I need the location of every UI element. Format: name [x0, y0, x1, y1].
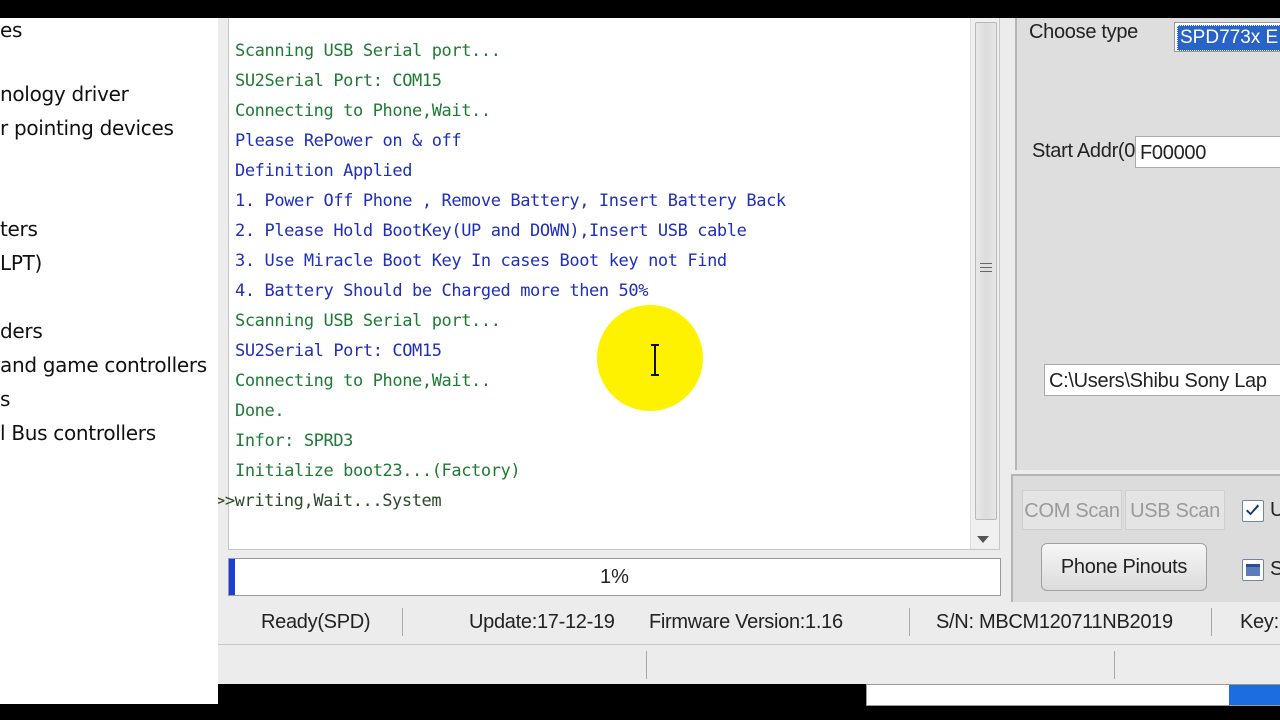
log-line: Please RePower on & off [235, 131, 462, 151]
grip-icon [980, 263, 992, 275]
log-line: Done. [235, 401, 285, 421]
log-line: Connecting to Phone,Wait.. [235, 101, 491, 121]
choose-type-label: Choose type [1029, 21, 1138, 43]
log-line: Definition Applied [235, 161, 413, 181]
status-key: Key: [1240, 611, 1279, 633]
device-manager-panel: es nology driver r pointing devices ters… [0, 18, 218, 704]
status-firmware: Firmware Version:1.16 [649, 611, 843, 633]
status-ready: Ready(SPD) [261, 611, 371, 633]
log-line: Scanning USB Serial port... [235, 311, 501, 331]
log-line: SU2Serial Port: COM15 [235, 71, 442, 91]
choose-type-select[interactable]: SPD773x E [1174, 22, 1280, 52]
option-checkbox[interactable] [1242, 500, 1264, 522]
log-line: >>writing,Wait...System [218, 491, 442, 511]
log-line: 3. Use Miracle Boot Key In cases Boot ke… [235, 251, 727, 271]
status-separator [1211, 608, 1212, 636]
text-cursor-icon [651, 344, 659, 376]
phone-pinouts-button[interactable]: Phone Pinouts [1041, 543, 1207, 591]
start-addr-label: Start Addr(0 [1032, 140, 1136, 162]
log-output[interactable]: Scanning USB Serial port... SU2Serial Por… [218, 18, 1000, 550]
secondary-status-bar [218, 644, 1280, 679]
device-category-item[interactable]: r pointing devices [0, 116, 174, 140]
status-serial: S/N: MBCM120711NB2019 [936, 611, 1173, 633]
device-category-item[interactable]: ters [0, 217, 38, 241]
option-checkbox[interactable] [1242, 559, 1264, 581]
flash-tool-window: Scanning USB Serial port... SU2Serial Por… [218, 18, 1280, 684]
start-addr-field[interactable]: F00000 [1135, 136, 1280, 168]
log-lines: Scanning USB Serial port... SU2Serial Por… [218, 36, 965, 516]
scrollbar-thumb[interactable] [975, 22, 997, 520]
status-bar: Ready(SPD) Update:17-12-19 Firmware Vers… [218, 602, 1280, 642]
device-category-item[interactable]: ders [0, 319, 43, 343]
file-path-field[interactable]: C:\Users\Shibu Sony Lap [1044, 364, 1280, 396]
config-panel [1015, 18, 1280, 470]
progress-bar: 1% [228, 558, 1001, 596]
device-category-item[interactable]: nology driver [0, 82, 129, 106]
log-line: 1. Power Off Phone , Remove Battery, Ins… [235, 191, 786, 211]
window-accent [1229, 685, 1280, 705]
scroll-down-arrow-icon[interactable] [977, 536, 989, 543]
device-category-item[interactable]: l Bus controllers [0, 421, 156, 445]
usb-scan-button[interactable]: USB Scan [1125, 490, 1225, 530]
log-scrollbar[interactable] [970, 18, 999, 549]
status-separator [1114, 651, 1115, 679]
status-update: Update:17-12-19 [469, 611, 615, 633]
log-line: Scanning USB Serial port... [235, 41, 501, 61]
log-line: 2. Please Hold BootKey(UP and DOWN),Inse… [235, 221, 747, 241]
status-separator [402, 608, 403, 636]
device-category-item[interactable]: LPT) [0, 251, 42, 275]
checkmark-icon [1246, 504, 1259, 516]
log-line: 4. Battery Should be Charged more then 5… [235, 281, 649, 301]
device-category-item[interactable]: es [0, 18, 22, 42]
log-line: Initialize boot23...(Factory) [235, 461, 521, 481]
device-category-item[interactable]: s [0, 387, 10, 411]
option-checkbox-label: S [1270, 558, 1280, 580]
background-window-strip [866, 684, 1280, 706]
window-icon [1246, 564, 1260, 576]
log-line: Infor: SPRD3 [235, 431, 354, 451]
com-scan-button[interactable]: COM Scan [1022, 490, 1122, 530]
device-category-item[interactable]: and game controllers [0, 353, 207, 377]
choose-type-selected: SPD773x E [1177, 25, 1280, 51]
option-checkbox-label: U [1270, 499, 1280, 521]
status-separator [909, 608, 910, 636]
status-separator [646, 651, 647, 679]
progress-label: 1% [600, 566, 629, 588]
